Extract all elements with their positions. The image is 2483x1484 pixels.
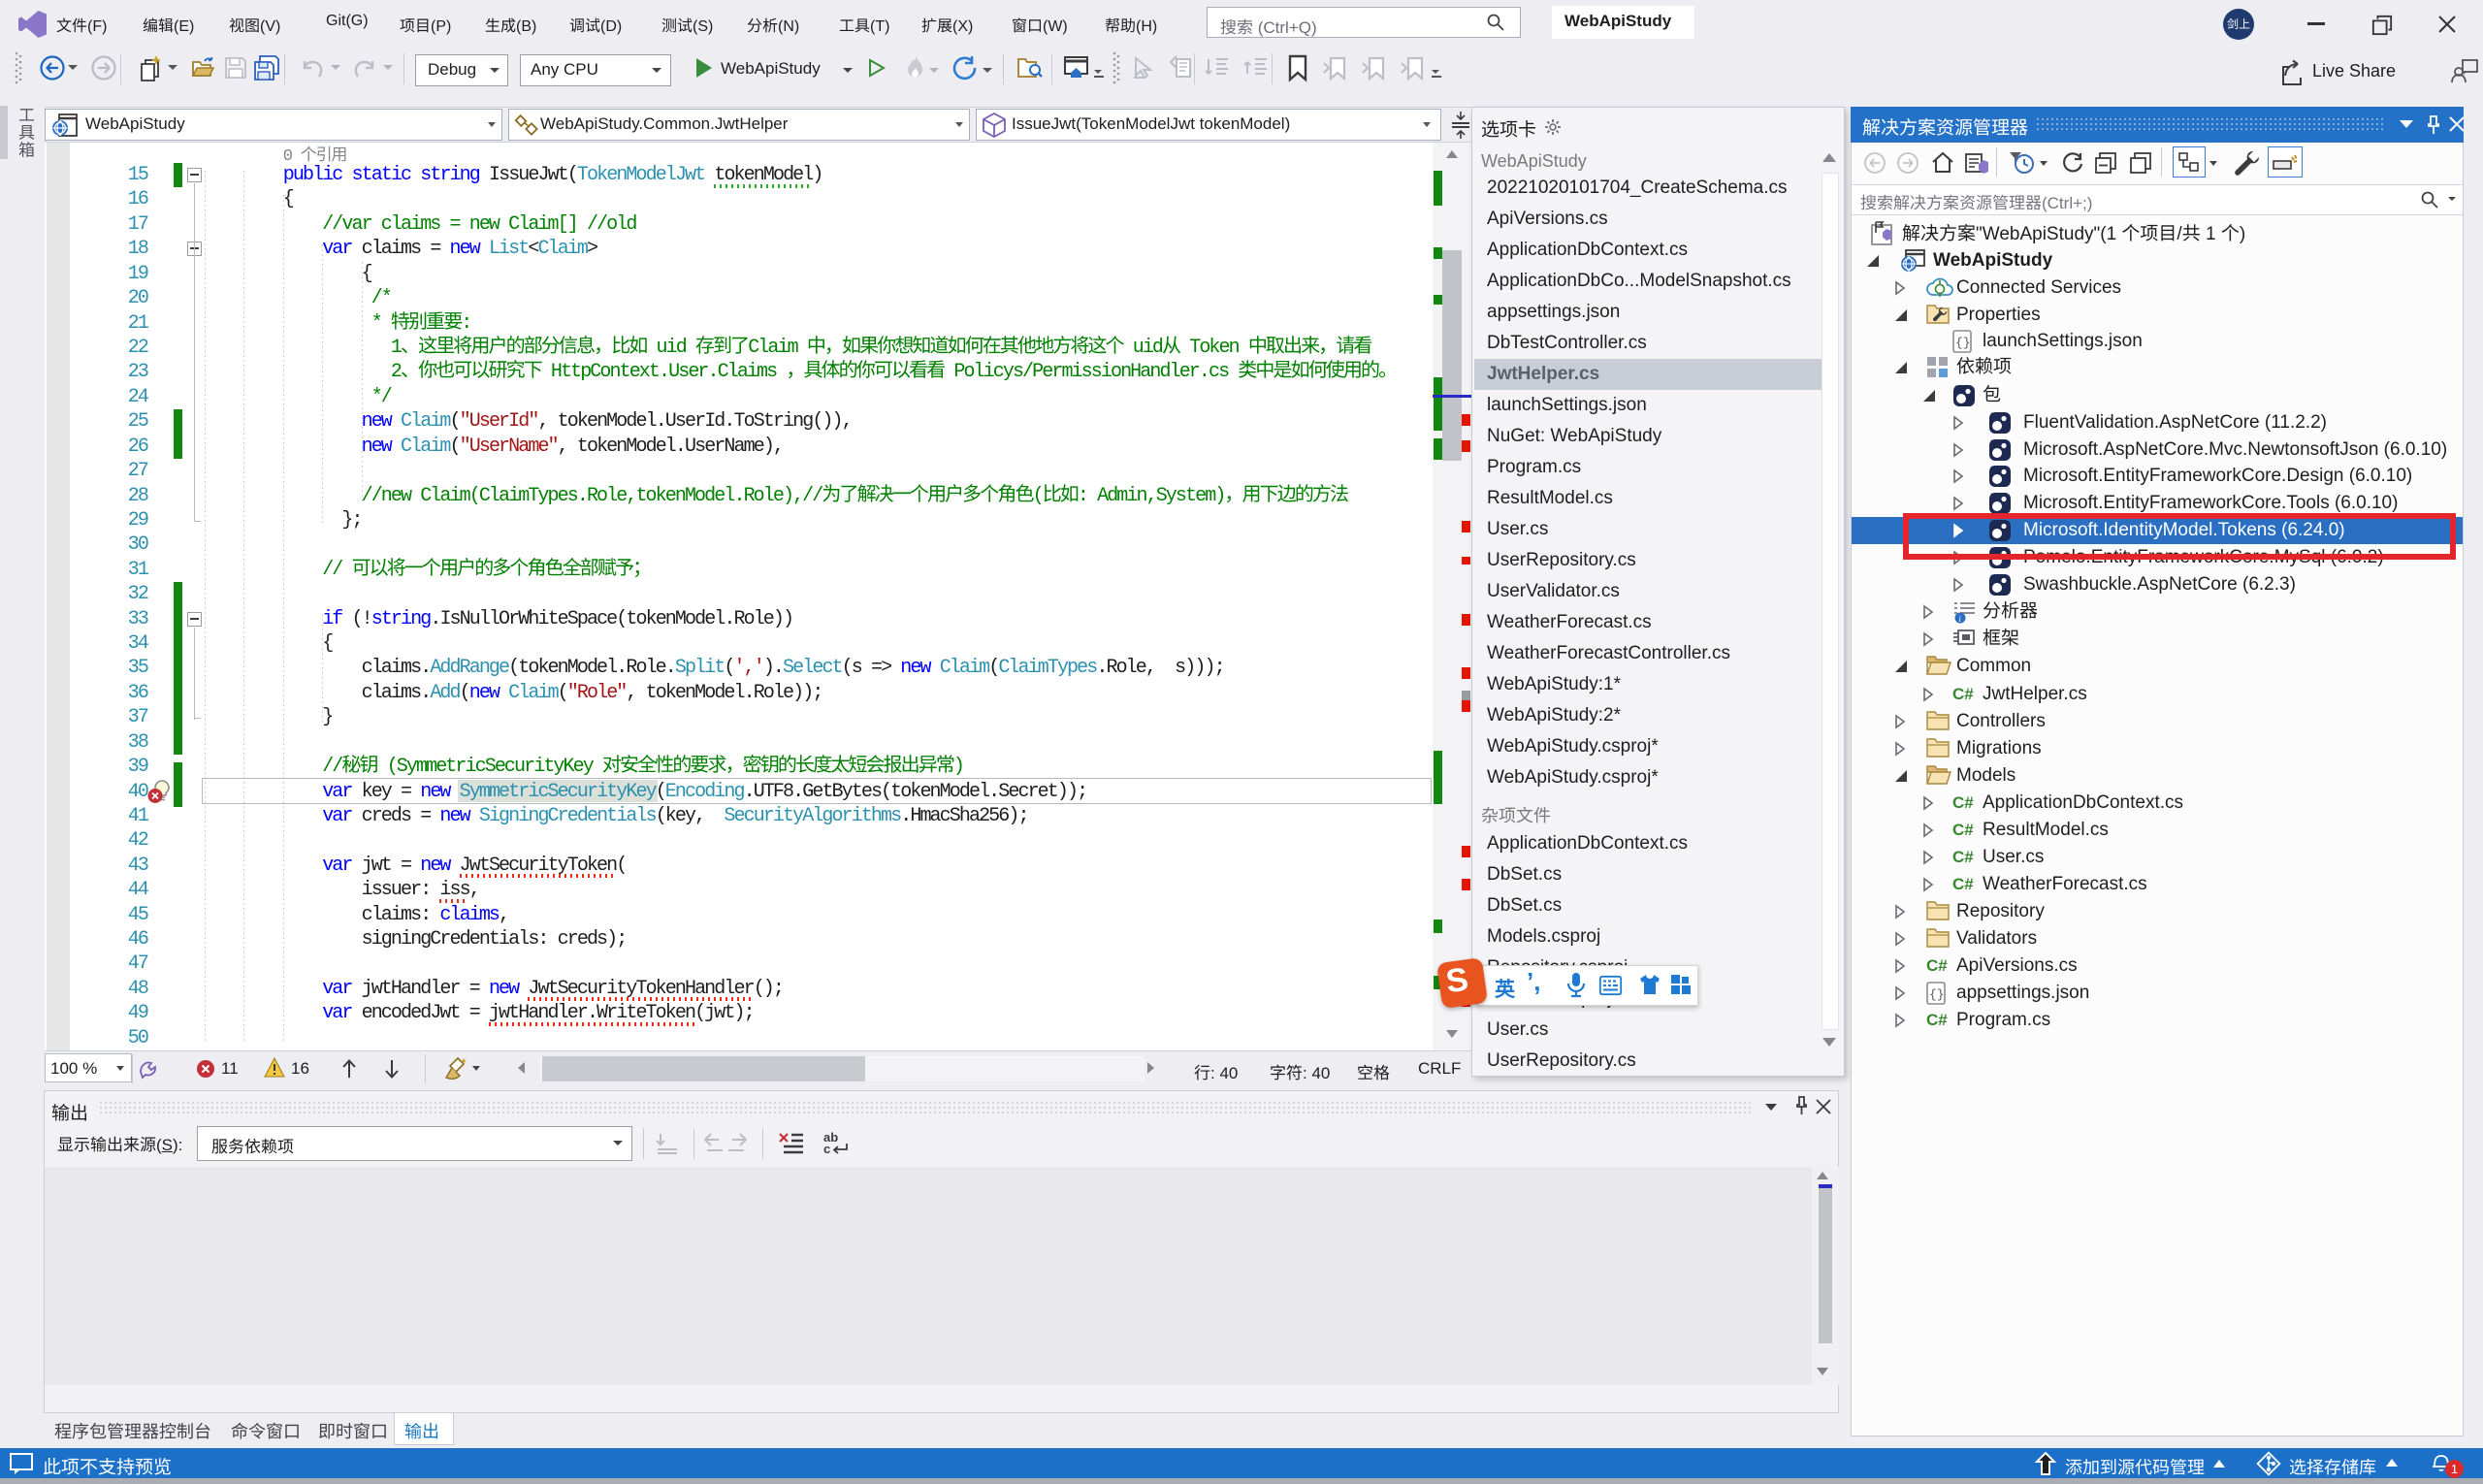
svg-text:c: c	[823, 1142, 830, 1156]
svg-text:C#: C#	[1952, 875, 1974, 893]
svg-text:{}: {}	[1955, 336, 1971, 350]
svg-text:{}: {}	[1929, 987, 1945, 1002]
svg-text:C#: C#	[1952, 793, 1974, 812]
svg-text:C#: C#	[1952, 848, 1974, 866]
svg-text:C#: C#	[1926, 956, 1948, 975]
svg-text:C#: C#	[1952, 685, 1974, 703]
svg-text:C#: C#	[1926, 1011, 1948, 1029]
svg-text:C#: C#	[1952, 821, 1974, 839]
